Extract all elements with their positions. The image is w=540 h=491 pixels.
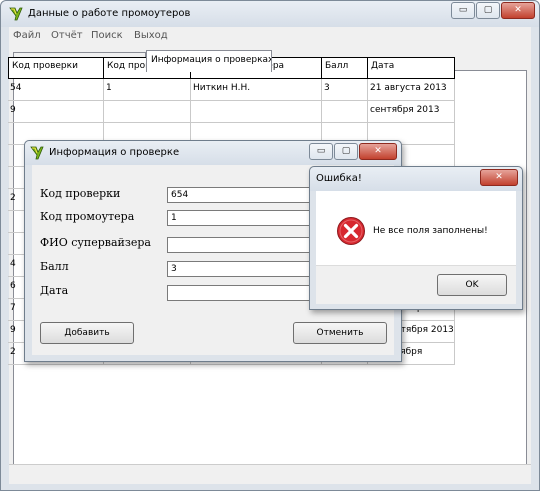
- table-cell[interactable]: [322, 101, 368, 123]
- error-client-area: Не все поля заполнены! OK: [316, 191, 516, 304]
- table-cell[interactable]: Ниткин Н.Н.: [191, 79, 322, 101]
- check-code-label: Код проверки: [40, 187, 121, 200]
- maximize-icon: ▢: [483, 5, 493, 15]
- horizontal-scrollbar[interactable]: [9, 464, 531, 482]
- cancel-button[interactable]: Отменить: [293, 322, 387, 344]
- dialog-minimize-button[interactable]: ▭: [309, 143, 333, 160]
- minimize-icon: ▭: [458, 5, 468, 15]
- error-titlebar[interactable]: Ошибка! ✕: [310, 167, 522, 191]
- dialog-close-button[interactable]: ✕: [359, 143, 397, 160]
- main-titlebar[interactable]: Данные о работе промоутеров ▭ ▢ ✕: [1, 1, 539, 27]
- supervisor-name-label: ФИО супервайзера: [40, 236, 151, 249]
- dialog-maximize-button[interactable]: ▢: [334, 143, 358, 160]
- column-header[interactable]: Код проверки: [8, 57, 104, 79]
- menu-item-search[interactable]: Поиск: [91, 30, 123, 41]
- table-cell[interactable]: [104, 101, 191, 123]
- close-icon: ✕: [495, 172, 503, 182]
- menu-item-exit[interactable]: Выход: [134, 30, 168, 41]
- error-dialog-title: Ошибка!: [316, 173, 362, 184]
- add-button[interactable]: Добавить: [40, 322, 134, 344]
- menu-item-file[interactable]: Файл: [13, 30, 41, 41]
- maximize-button[interactable]: ▢: [476, 2, 500, 19]
- menu-item-report[interactable]: Отчёт: [51, 30, 83, 41]
- column-header[interactable]: Балл: [322, 57, 368, 79]
- ok-button[interactable]: OK: [437, 274, 507, 296]
- score-label: Балл: [40, 260, 69, 273]
- table-row[interactable]: 9 сентября 2013: [8, 101, 515, 123]
- app-icon: [30, 146, 44, 160]
- dialog-titlebar[interactable]: Информация о проверке ▭ ▢ ✕: [25, 141, 401, 165]
- table-cell[interactable]: 1: [104, 79, 191, 101]
- error-close-button[interactable]: ✕: [480, 169, 518, 186]
- tab-checks[interactable]: Информация о проверках: [146, 50, 272, 72]
- promoter-code-label: Код промоутера: [40, 210, 135, 223]
- table-cell[interactable]: 9: [8, 101, 104, 123]
- close-icon: ✕: [514, 5, 522, 15]
- table-cell[interactable]: сентября 2013: [368, 101, 455, 123]
- table-cell[interactable]: 21 августа 2013: [368, 79, 455, 101]
- menubar: Файл Отчёт Поиск Выход: [9, 27, 531, 44]
- app-icon: [9, 7, 23, 21]
- error-footer: OK: [316, 265, 516, 304]
- minimize-icon: ▭: [316, 146, 326, 156]
- close-icon: ✕: [374, 146, 382, 156]
- error-dialog: Ошибка! ✕ Не все поля заполнены! OK: [309, 166, 523, 310]
- dialog-title: Информация о проверке: [49, 147, 180, 158]
- close-button[interactable]: ✕: [501, 2, 535, 19]
- column-header[interactable]: Дата: [368, 57, 455, 79]
- error-message: Не все поля заполнены!: [373, 226, 488, 236]
- table-row[interactable]: 54 1 Ниткин Н.Н. 3 21 августа 2013: [8, 79, 515, 101]
- main-window-title: Данные о работе промоутеров: [28, 8, 191, 19]
- table-cell[interactable]: 54: [8, 79, 104, 101]
- error-icon: [336, 216, 366, 246]
- date-label: Дата: [40, 284, 69, 297]
- minimize-button[interactable]: ▭: [451, 2, 475, 19]
- maximize-icon: ▢: [341, 146, 351, 156]
- table-cell[interactable]: 3: [322, 79, 368, 101]
- table-cell[interactable]: [191, 101, 322, 123]
